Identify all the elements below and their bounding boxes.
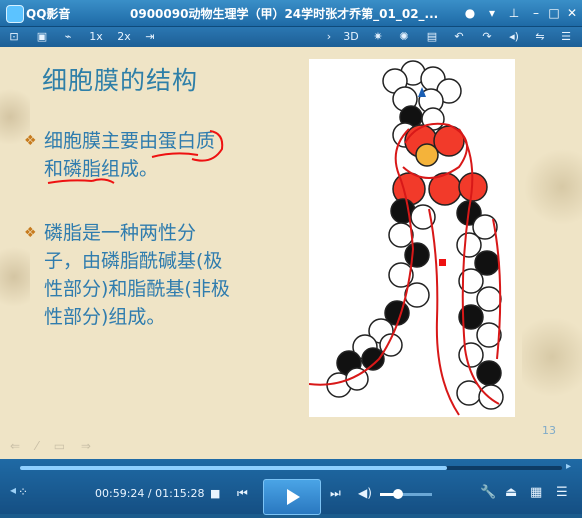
equalizer-icon[interactable]: ☰: [558, 29, 574, 45]
color-icon[interactable]: ▦: [530, 485, 542, 500]
seek-bar-fill: [20, 466, 447, 470]
flip-icon[interactable]: ⇋: [532, 29, 548, 45]
left-arrow-icon[interactable]: ◂: [10, 483, 16, 497]
phospholipid-figure: [308, 59, 515, 417]
pin-icon[interactable]: ⊥: [506, 5, 522, 21]
3d-button[interactable]: 3D: [342, 29, 360, 45]
play-icon: [287, 489, 300, 505]
rotate-right-icon[interactable]: ↷: [478, 29, 496, 45]
minimize-button[interactable]: –: [528, 5, 544, 21]
slide-nav-tools: ⇐ ⁄ ▭ ⇒: [10, 439, 97, 453]
speed-2x-button[interactable]: 2x: [114, 29, 134, 45]
slide-page-number: 13: [542, 424, 556, 437]
time-separator: /: [144, 487, 156, 500]
screenshot-icon[interactable]: ⌁: [60, 29, 76, 45]
qq-player-logo-icon: [6, 5, 24, 23]
right-arrow-icon[interactable]: ▸: [566, 461, 571, 472]
playback-controls: ◂ ▸ ⁘ 00:59:24 / 01:15:28 ■ ⏮ ⏭ ◀) 🔧 ⏏ ▦…: [0, 459, 582, 515]
title-bar: QQ影音 0900090动物生理学（甲）24学时张才乔第_01_02_... ●…: [0, 0, 582, 27]
subtitle-icon[interactable]: ▤: [424, 29, 440, 45]
volume-icon[interactable]: ◀): [358, 486, 372, 500]
toolbar-expand-icon[interactable]: ›: [322, 29, 336, 45]
time-display: 00:59:24 / 01:15:28: [95, 487, 205, 500]
screen-ratio-icon[interactable]: ⊡: [6, 29, 22, 45]
tools-icon[interactable]: 🔧: [480, 485, 496, 500]
maximize-button[interactable]: □: [546, 5, 562, 21]
total-time: 01:15:28: [155, 487, 205, 500]
stop-button[interactable]: ■: [210, 487, 220, 500]
close-button[interactable]: ✕: [564, 5, 580, 21]
phospholipid-diagram: [308, 60, 504, 416]
volume-knob[interactable]: [393, 489, 404, 499]
app-name: QQ影音: [26, 7, 71, 21]
menu-icon[interactable]: ▾: [484, 5, 500, 21]
brightness-icon[interactable]: ✷: [370, 29, 386, 45]
speed-1x-button[interactable]: 1x: [86, 29, 106, 45]
settings-icon[interactable]: ✺: [396, 29, 412, 45]
audio-track-icon[interactable]: ◂): [506, 29, 522, 45]
window-title: 0900090动物生理学（甲）24学时张才乔第_01_02_...: [130, 7, 439, 21]
skin-icon[interactable]: ●: [462, 5, 478, 21]
seek-bar[interactable]: [20, 466, 562, 470]
playlist-icon[interactable]: ☰: [556, 485, 568, 500]
video-toolbar: ⊡ ▣ ⌁ 1x 2x ⇥ › 3D ✷ ✺ ▤ ↶ ↷ ◂) ⇋ ☰: [0, 27, 582, 47]
footprint-icon[interactable]: ⁘: [18, 485, 28, 499]
play-button[interactable]: [263, 479, 321, 515]
frame-icon[interactable]: ▣: [34, 29, 50, 45]
video-screen[interactable]: 细胞膜的结构 ❖ 细胞膜主要由蛋白质和磷脂组成。 ❖ 磷脂是一种两性分子，由磷脂…: [0, 47, 582, 459]
volume-slider[interactable]: [380, 489, 432, 499]
current-time: 00:59:24: [95, 487, 145, 500]
eject-icon[interactable]: ⏏: [505, 485, 517, 500]
jump-icon[interactable]: ⇥: [142, 29, 158, 45]
previous-button[interactable]: ⏮: [237, 486, 248, 501]
rotate-left-icon[interactable]: ↶: [450, 29, 468, 45]
next-button[interactable]: ⏭: [330, 486, 341, 501]
